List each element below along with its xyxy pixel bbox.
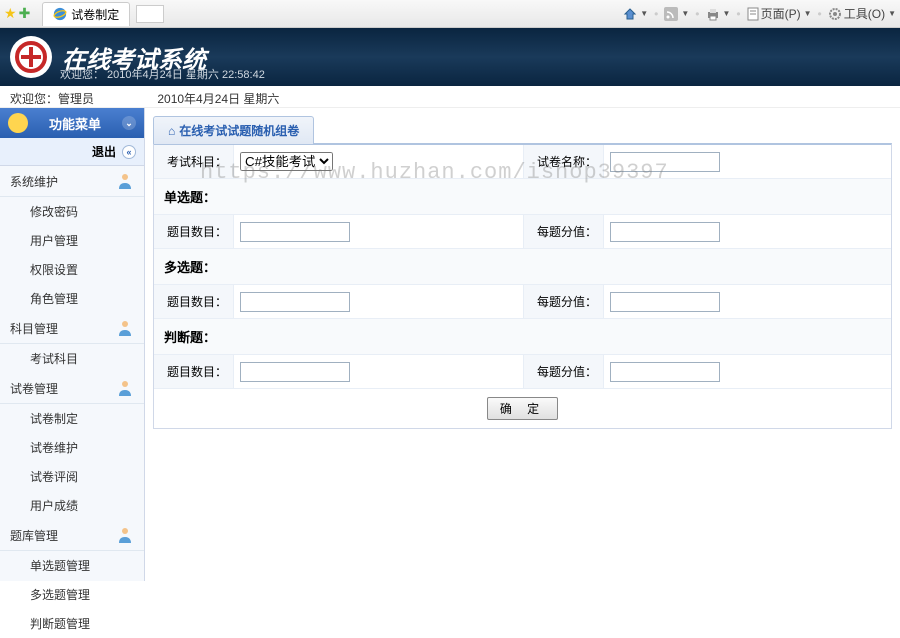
app-header: 在线考试系统 欢迎您： 2010年4月24日 星期六 22:58:42	[0, 28, 900, 86]
page-menu[interactable]: 页面(P) ▼	[747, 5, 812, 22]
single-count-input[interactable]	[240, 222, 350, 242]
multi-count-label: 题目数目：	[154, 285, 234, 318]
section-paper[interactable]: 试卷管理	[0, 373, 144, 404]
section-system[interactable]: 系统维护	[0, 166, 144, 197]
judge-count-input[interactable]	[240, 362, 350, 382]
sidebar: 功能菜单 ⌄ 退出 « 系统维护 修改密码 用户管理 权限设置 角色管理 科目管…	[0, 108, 145, 581]
judge-section-title: 判断题：	[154, 319, 891, 355]
add-favorite-icon[interactable]: ✚	[19, 5, 31, 22]
panel-body: 考试科目： C#技能考试 试卷名称： 单选题： 题目数目： 每题分值： 多选题：	[153, 143, 892, 429]
sidebar-item-permissions[interactable]: 权限设置	[0, 255, 144, 284]
single-score-label: 每题分值：	[524, 215, 604, 248]
sidebar-item-roles[interactable]: 角色管理	[0, 284, 144, 313]
multi-score-input[interactable]	[610, 292, 720, 312]
home-button[interactable]: ▼	[623, 7, 648, 21]
person-icon	[116, 379, 134, 397]
sidebar-item-users[interactable]: 用户管理	[0, 226, 144, 255]
multi-section-title: 多选题：	[154, 249, 891, 285]
info-date: 2010年4月24日 星期六	[157, 92, 279, 106]
sidebar-item-multi-choice[interactable]: 多选题管理	[0, 580, 144, 609]
section-bank[interactable]: 题库管理	[0, 520, 144, 551]
content-area: ⌂ 在线考试试题随机组卷 考试科目： C#技能考试 试卷名称： 单选题： 题目数…	[145, 108, 900, 581]
tab-title: 试卷制定	[71, 6, 119, 23]
person-icon	[116, 526, 134, 544]
welcome-text: 欢迎您：管理员	[10, 92, 94, 106]
single-count-label: 题目数目：	[154, 215, 234, 248]
tools-menu[interactable]: 工具(O) ▼	[828, 5, 896, 22]
single-score-input[interactable]	[610, 222, 720, 242]
ie-icon	[53, 7, 67, 21]
favorite-star-icon[interactable]: ★	[4, 5, 17, 22]
sidebar-item-single-choice[interactable]: 单选题管理	[0, 551, 144, 580]
single-section-title: 单选题：	[154, 179, 891, 215]
rss-icon	[664, 7, 678, 21]
subject-label: 考试科目：	[154, 145, 234, 178]
judge-count-label: 题目数目：	[154, 355, 234, 388]
sidebar-item-paper-maintain[interactable]: 试卷维护	[0, 433, 144, 462]
logout-button[interactable]: 退出 «	[0, 138, 144, 166]
rss-button[interactable]: ▼	[664, 7, 689, 21]
sidebar-item-judge[interactable]: 判断题管理	[0, 609, 144, 638]
expand-icon[interactable]: ⌄	[122, 116, 136, 130]
person-icon	[116, 172, 134, 190]
subject-select[interactable]: C#技能考试	[240, 152, 333, 171]
browser-toolbar: ★ ✚ 试卷制定 ▼ • ▼ • ▼ • 页面(P) ▼ • 工具(O) ▼	[0, 0, 900, 28]
sidebar-item-paper-review[interactable]: 试卷评阅	[0, 462, 144, 491]
judge-score-label: 每题分值：	[524, 355, 604, 388]
submit-button[interactable]: 确 定	[487, 397, 558, 420]
multi-score-label: 每题分值：	[524, 285, 604, 318]
gear-icon	[828, 7, 842, 21]
print-icon	[706, 7, 720, 21]
paper-name-input[interactable]	[610, 152, 720, 172]
person-icon	[116, 319, 134, 337]
sidebar-item-password[interactable]: 修改密码	[0, 197, 144, 226]
home-icon	[623, 7, 637, 21]
page-icon	[747, 7, 759, 21]
section-subject[interactable]: 科目管理	[0, 313, 144, 344]
print-button[interactable]: ▼	[706, 7, 731, 21]
multi-count-input[interactable]	[240, 292, 350, 312]
judge-score-input[interactable]	[610, 362, 720, 382]
banner-welcome: 欢迎您： 2010年4月24日 星期六 22:58:42	[60, 66, 265, 82]
empty-tab[interactable]	[136, 5, 164, 23]
browser-right-tools: ▼ • ▼ • ▼ • 页面(P) ▼ • 工具(O) ▼	[623, 5, 896, 22]
paper-name-label: 试卷名称：	[524, 145, 604, 178]
menu-header[interactable]: 功能菜单 ⌄	[0, 108, 144, 138]
sidebar-item-exam-subject[interactable]: 考试科目	[0, 344, 144, 373]
panel-home-icon: ⌂	[168, 124, 175, 138]
browser-tab[interactable]: 试卷制定	[42, 2, 130, 26]
sidebar-item-paper-create[interactable]: 试卷制定	[0, 404, 144, 433]
sidebar-item-user-score[interactable]: 用户成绩	[0, 491, 144, 520]
collapse-icon: «	[122, 145, 136, 159]
pencil-icon	[8, 113, 28, 133]
app-logo	[10, 36, 52, 78]
info-bar: 欢迎您：管理员 2010年4月24日 星期六	[0, 86, 900, 108]
panel-tab: ⌂ 在线考试试题随机组卷	[153, 116, 314, 144]
